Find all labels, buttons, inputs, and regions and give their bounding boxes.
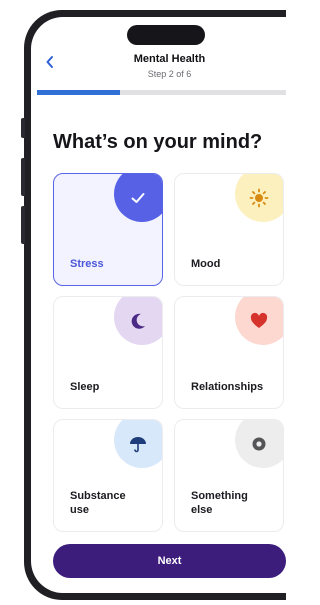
option-card-substance-use[interactable]: Substance use — [53, 419, 163, 532]
option-label: Something else — [191, 490, 248, 516]
moon-icon — [126, 309, 150, 333]
umbrella-icon — [126, 432, 150, 456]
phone-side-button — [21, 158, 25, 196]
option-card-relationships[interactable]: Relationships — [174, 296, 284, 409]
option-label: Relationships — [191, 381, 264, 393]
phone-side-button — [21, 118, 25, 138]
circle-dot-icon — [247, 432, 271, 456]
option-label: Sleep — [70, 381, 100, 393]
option-card-stress[interactable]: Stress — [53, 173, 163, 286]
dynamic-island — [127, 25, 205, 45]
option-card-sleep[interactable]: Sleep — [53, 296, 163, 409]
option-card-mood[interactable]: Mood — [174, 173, 284, 286]
app-screen: Mental Health Step 2 of 6 What’s on your… — [31, 17, 286, 593]
top-bar: Mental Health Step 2 of 6 — [31, 51, 286, 89]
checkmark-icon — [126, 186, 150, 210]
option-label: Substance use — [70, 490, 126, 516]
phone-side-button — [21, 206, 25, 244]
progress-fill — [37, 90, 120, 95]
page-title: Mental Health — [133, 53, 206, 65]
heart-icon — [247, 309, 271, 333]
option-label: Mood — [191, 258, 221, 270]
option-card-something-else[interactable]: Something else — [174, 419, 284, 532]
next-button[interactable]: Next — [53, 544, 286, 578]
progress-bar — [37, 90, 286, 95]
option-label: Stress — [70, 258, 104, 270]
step-indicator: Step 2 of 6 — [147, 69, 192, 79]
question-heading: What’s on your mind? — [53, 131, 263, 153]
sun-icon — [247, 186, 271, 210]
